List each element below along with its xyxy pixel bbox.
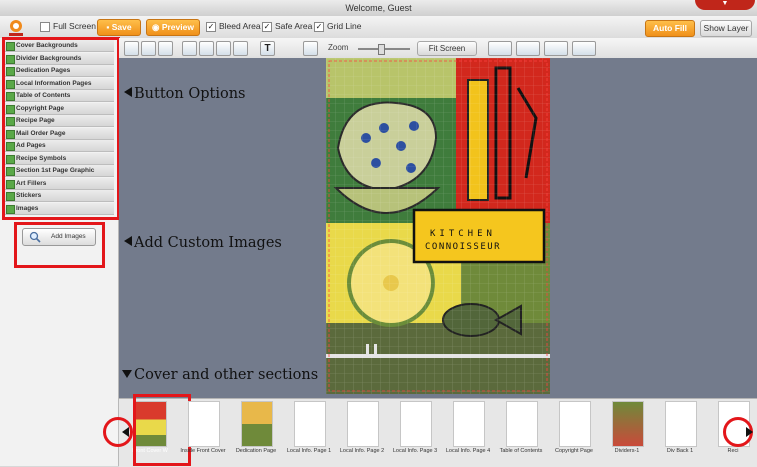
page-thumbnail-label: Local Info. Page 1: [286, 448, 332, 454]
full-screen-label: Full Screen: [53, 21, 96, 31]
annotation-add-custom-images: Add Custom Images: [124, 235, 282, 251]
text-tool-glyph: T: [264, 43, 271, 54]
app-logo-icon: [9, 20, 23, 36]
cover-title-line1: KITCHEN: [430, 229, 496, 239]
page-thumbnail-label: Local Info. Page 2: [339, 448, 385, 454]
page-thumbnail-label: Reci: [727, 448, 739, 454]
copy-icon[interactable]: [141, 41, 156, 56]
grid-line-label: Grid Line: [327, 21, 362, 31]
window-title-bar: Welcome, Guest: [0, 0, 757, 17]
paste-layer-icon[interactable]: [572, 41, 596, 56]
flip-horizontal-icon[interactable]: [488, 41, 512, 56]
zoom-slider-thumb[interactable]: [378, 44, 385, 55]
chevron-left-icon: [122, 427, 129, 437]
page-thumbnail[interactable]: [400, 401, 432, 447]
save-button-label: Save: [111, 22, 132, 32]
zoom-label: Zoom: [328, 43, 349, 52]
align-left-icon[interactable]: [182, 41, 197, 56]
rotate-icon[interactable]: [516, 41, 540, 56]
full-screen-checkbox[interactable]: [40, 21, 50, 32]
auto-fill-label: Auto Fill: [653, 23, 687, 33]
page-thumbnail[interactable]: [241, 401, 273, 447]
show-layer-label: Show Layer: [703, 23, 749, 33]
auto-fill-button[interactable]: Auto Fill: [645, 20, 695, 37]
page-thumbnail[interactable]: [294, 401, 326, 447]
cover-page-highlight: [133, 394, 191, 466]
page-thumbnail[interactable]: [188, 401, 220, 447]
cover-page-canvas[interactable]: KITCHEN CONNOISSEUR: [326, 58, 550, 394]
button-options-highlight: [2, 37, 120, 220]
paste-icon[interactable]: [158, 41, 173, 56]
page-thumbnail[interactable]: [347, 401, 379, 447]
bleed-area-label: Bleed Area: [219, 21, 261, 31]
page-thumbnail-label: Dedication Page: [235, 448, 277, 454]
move-front-icon[interactable]: [124, 41, 139, 56]
preview-icon: ◉: [152, 22, 160, 32]
safe-area-checkbox[interactable]: ✓: [262, 21, 272, 32]
text-tool-icon[interactable]: T: [260, 41, 275, 56]
chevron-down-icon: ▼: [721, 0, 729, 7]
window-title: Welcome, Guest: [345, 3, 412, 13]
align-center-icon[interactable]: [199, 41, 214, 56]
safe-area-label: Safe Area: [275, 21, 313, 31]
page-thumbnail[interactable]: [506, 401, 538, 447]
show-layer-button[interactable]: Show Layer: [700, 20, 752, 37]
page-thumbnail[interactable]: [665, 401, 697, 447]
align-full-icon[interactable]: [233, 41, 248, 56]
page-thumbnail-label: Dividers-1: [614, 448, 640, 454]
save-icon: ▪: [106, 22, 110, 32]
annotation-button-options: Button Options: [124, 86, 245, 102]
annotation-add-custom-images-text: Add Custom Images: [134, 235, 282, 251]
safe-area-toggle[interactable]: ✓ Safe Area: [262, 20, 312, 32]
fit-screen-label: Fit Screen: [428, 44, 466, 53]
page-thumbnail-label: Inside Front Cover: [180, 448, 226, 454]
full-screen-toggle[interactable]: Full Screen: [40, 20, 96, 32]
annotation-button-options-text: Button Options: [134, 86, 246, 102]
annotation-cover-sections-text: Cover and other sections: [134, 367, 319, 383]
save-button[interactable]: ▪ Save: [97, 19, 141, 36]
dropdown-tab[interactable]: ▼: [695, 0, 755, 10]
page-thumbnail[interactable]: [612, 401, 644, 447]
page-thumbnail[interactable]: [559, 401, 591, 447]
chevron-right-icon: [746, 427, 753, 437]
page-thumbnail[interactable]: [453, 401, 485, 447]
duplicate-icon[interactable]: [544, 41, 568, 56]
fit-screen-button[interactable]: Fit Screen: [417, 41, 477, 56]
preview-button[interactable]: ◉ Preview: [146, 19, 200, 36]
crop-icon[interactable]: [303, 41, 318, 56]
preview-button-label: Preview: [161, 22, 194, 32]
page-thumbnail-label: Local Info. Page 3: [392, 448, 438, 454]
page-thumbnail-label: Copyright Page: [555, 448, 593, 454]
align-right-icon[interactable]: [216, 41, 231, 56]
bleed-area-toggle[interactable]: ✓ Bleed Area: [206, 20, 261, 32]
page-thumbnail-label: Local Info. Page 4: [445, 448, 491, 454]
grid-line-toggle[interactable]: ✓ Grid Line: [314, 20, 362, 32]
grid-line-checkbox[interactable]: ✓: [314, 21, 324, 32]
page-thumbnail-label: Table of Contents: [499, 448, 543, 454]
annotation-cover-sections: Cover and other sections: [122, 367, 318, 383]
add-images-highlight: [14, 222, 105, 268]
bleed-area-checkbox[interactable]: ✓: [206, 21, 216, 32]
page-thumbnail-label: Div Back 1: [666, 448, 694, 454]
cover-title-line2: CONNOISSEUR: [425, 242, 501, 252]
